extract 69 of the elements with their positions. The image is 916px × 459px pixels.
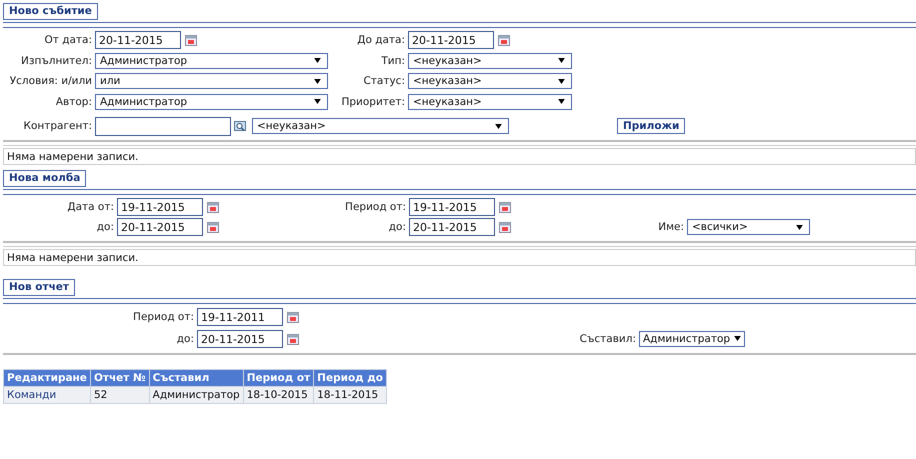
dropdown[interactable]: <всички> [687, 219, 810, 236]
field-label: Контрагент: [22, 120, 93, 132]
field-label: Изпълнител: [20, 54, 93, 67]
caret-icon [558, 58, 565, 64]
caret-icon [314, 78, 321, 84]
dropdown[interactable]: <неуказан> [408, 52, 572, 69]
calendar-icon[interactable] [287, 310, 299, 322]
date-field[interactable]: 19-11-2011 [197, 308, 283, 326]
date-field[interactable]: 19-11-2015 [409, 198, 495, 216]
section-title: Нова молба [3, 170, 86, 186]
calendar-icon[interactable] [185, 34, 197, 46]
table-cell: 52 [90, 386, 150, 403]
caret-icon [558, 99, 565, 104]
status-message: Няма намерени записи. [3, 248, 916, 266]
dropdown[interactable]: <неуказан> [408, 94, 572, 110]
field-label: Период от: [344, 200, 407, 213]
field-label: до: [96, 221, 115, 234]
field-label: Статус: [362, 75, 406, 88]
section-title: Ново събитие [3, 3, 98, 20]
field-label: От дата: [43, 34, 93, 46]
section-title: Нов отчет [3, 278, 76, 296]
dropdown[interactable]: <неуказан> [252, 118, 509, 134]
date-field[interactable]: 20-11-2015 [117, 218, 203, 236]
dropdown[interactable]: Администратор [95, 52, 328, 69]
calendar-icon[interactable] [287, 332, 299, 344]
dropdown[interactable]: <неуказан> [408, 73, 572, 90]
caret-icon [796, 224, 803, 230]
field-label: до: [176, 332, 195, 344]
date-field[interactable]: 20-11-2015 [95, 31, 181, 50]
column-header: Редактиране [4, 369, 90, 386]
table-cell: 18-11-2015 [314, 386, 386, 403]
table-cell: 18-10-2015 [243, 386, 314, 403]
column-header: Период до [314, 369, 386, 386]
field-label: Приоритет: [340, 96, 406, 108]
caret-icon [734, 336, 742, 341]
caret-icon [314, 58, 321, 64]
field-label: До дата: [356, 34, 406, 46]
calendar-icon[interactable] [498, 34, 510, 46]
field-label: Съставил: [578, 332, 637, 344]
calendar-icon[interactable] [207, 221, 219, 234]
date-field[interactable]: 19-11-2015 [117, 198, 203, 216]
column-header: Съставил [149, 369, 244, 386]
column-header: Период от [243, 369, 314, 386]
apply-button[interactable]: Приложи [617, 118, 686, 134]
date-field[interactable]: 20-11-2015 [408, 31, 494, 50]
date-field[interactable]: 20-11-2015 [409, 218, 495, 236]
calendar-icon[interactable] [207, 200, 219, 213]
calendar-icon[interactable] [499, 200, 511, 213]
status-message: Няма намерени записи. [3, 148, 916, 164]
dropdown[interactable]: Администратор [639, 330, 745, 346]
date-field[interactable]: 20-11-2015 [197, 330, 283, 348]
search-icon[interactable] [234, 120, 246, 132]
table-cell: Администратор [149, 386, 244, 403]
field-label: Име: [657, 221, 685, 234]
caret-icon [495, 124, 502, 129]
field-label: Автор: [54, 96, 93, 108]
field-label: до: [388, 221, 407, 234]
field-label: Дата от: [66, 200, 115, 213]
field-label: Период от: [132, 310, 195, 322]
text-field[interactable] [95, 116, 231, 136]
field-label: Тип: [380, 54, 406, 67]
field-label: Условия: и/или [8, 75, 93, 88]
column-header: Отчет № [90, 369, 150, 386]
caret-icon [558, 78, 565, 84]
dropdown[interactable]: Администратор [95, 94, 328, 110]
table-link[interactable]: Команди [4, 386, 90, 403]
calendar-icon[interactable] [499, 221, 511, 234]
dropdown[interactable]: или [95, 73, 328, 90]
caret-icon [314, 99, 321, 104]
